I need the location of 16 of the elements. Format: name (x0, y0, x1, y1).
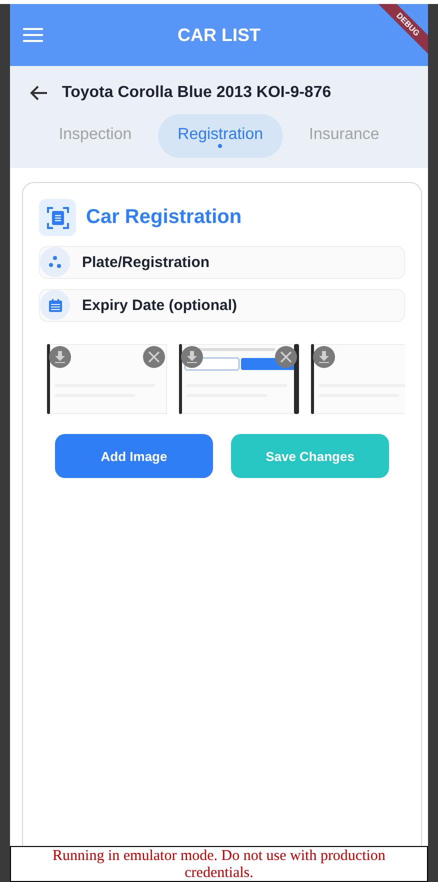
card-title: Car Registration (86, 206, 242, 229)
calendar-icon (48, 298, 62, 312)
emulator-notice: Running in emulator mode. Do not use with production credentials. (10, 846, 428, 882)
tab[interactable]: Registration (158, 114, 284, 158)
app-title: CAR LIST (176, 24, 262, 46)
add-image-button[interactable]: Add Image (55, 434, 213, 478)
back-icon[interactable] (30, 85, 48, 101)
save-button[interactable]: Save Changes (231, 434, 389, 478)
input-field[interactable]: Expiry Date (optional) (39, 289, 405, 322)
vehicle-title: Toyota Corolla Blue 2013 KOI-9-876 (62, 84, 332, 102)
input-field[interactable]: Plate/Registration (39, 246, 405, 279)
menu-icon[interactable] (23, 27, 43, 43)
tab[interactable]: Inspection (38, 114, 152, 158)
dots-icon (49, 256, 61, 268)
document-scan-icon (39, 199, 76, 236)
tab[interactable]: Insurance (289, 114, 400, 158)
